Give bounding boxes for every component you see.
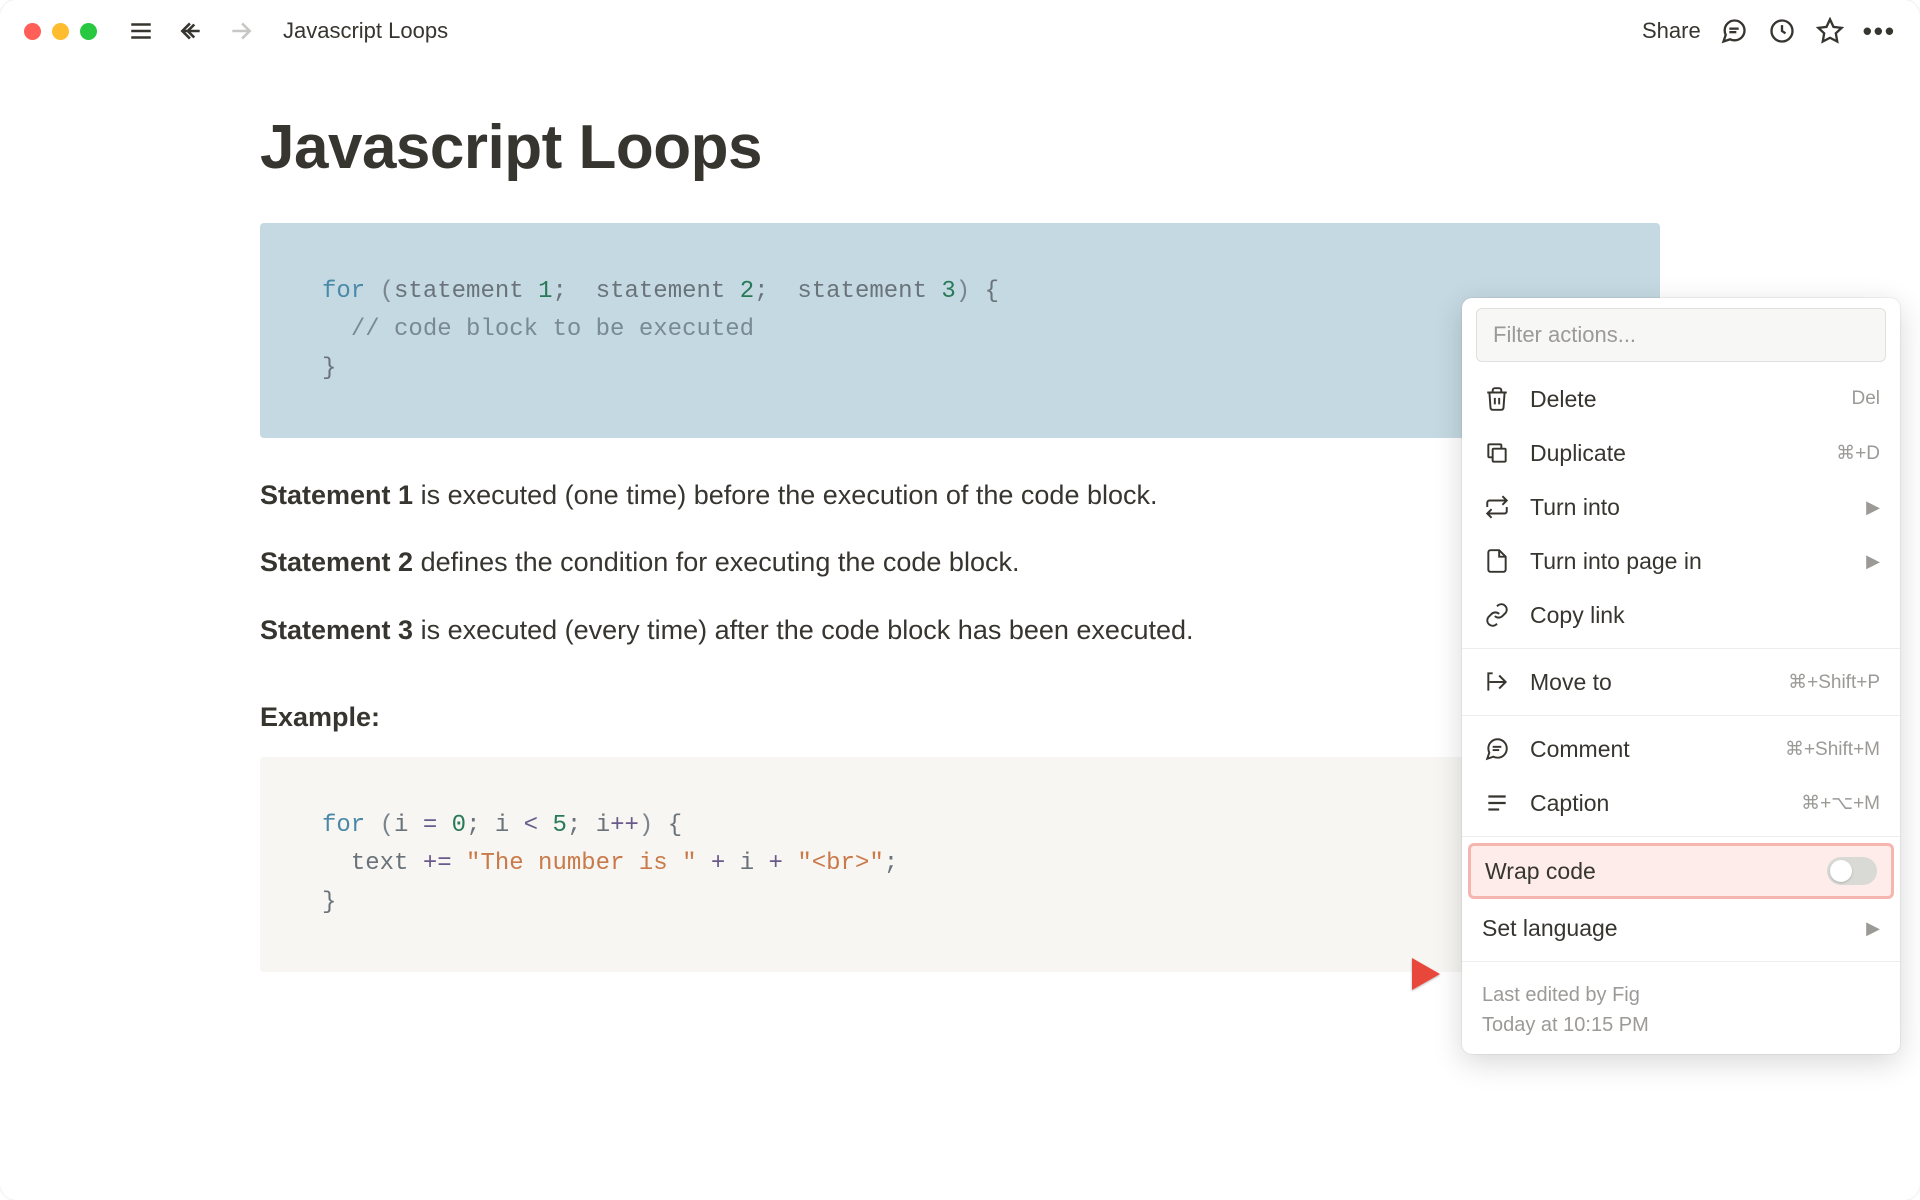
updates-icon[interactable] [1767, 16, 1797, 46]
topbar-left: Javascript Loops [24, 13, 448, 49]
statement-2[interactable]: Statement 2 defines the condition for ex… [260, 541, 1660, 584]
keyboard-shortcut: ⌘+Shift+P [1788, 671, 1880, 694]
close-window-button[interactable] [24, 23, 41, 40]
filter-box [1476, 308, 1886, 362]
block-context-menu: DeleteDelDuplicate⌘+DTurn into▶Turn into… [1462, 298, 1900, 1054]
traffic-lights [24, 23, 97, 40]
topbar-right: Share ••• [1642, 16, 1896, 47]
menu-item-label: Set language [1482, 915, 1866, 942]
menu-item-label: Move to [1530, 669, 1788, 696]
turn-into-icon [1482, 492, 1512, 522]
hamburger-menu-icon[interactable] [123, 13, 159, 49]
share-button[interactable]: Share [1642, 18, 1701, 44]
menu-item-copy-link[interactable]: Copy link [1462, 588, 1900, 642]
wrap-code-toggle[interactable] [1827, 857, 1877, 885]
topbar: Javascript Loops Share ••• [0, 0, 1920, 62]
comments-icon[interactable] [1719, 16, 1749, 46]
menu-item-label: Caption [1530, 790, 1801, 817]
chevron-right-icon: ▶ [1866, 918, 1880, 939]
keyboard-shortcut: ⌘+⌥+M [1801, 792, 1880, 815]
caption-icon [1482, 788, 1512, 818]
example-heading[interactable]: Example: [260, 702, 1660, 733]
favorite-icon[interactable] [1815, 16, 1845, 46]
menu-item-duplicate[interactable]: Duplicate⌘+D [1462, 426, 1900, 480]
menu-item-label: Turn into page in [1530, 548, 1866, 575]
menu-item-set-language[interactable]: Set language▶ [1462, 901, 1900, 955]
menu-item-label: Turn into [1530, 494, 1866, 521]
menu-divider [1462, 961, 1900, 962]
menu-item-wrap-code[interactable]: Wrap code [1468, 843, 1894, 899]
menu-item-move-to[interactable]: Move to⌘+Shift+P [1462, 655, 1900, 709]
filter-actions-input[interactable] [1476, 308, 1886, 362]
chevron-right-icon: ▶ [1866, 497, 1880, 518]
menu-divider [1462, 648, 1900, 649]
statement-3[interactable]: Statement 3 is executed (every time) aft… [260, 609, 1660, 652]
duplicate-icon [1482, 438, 1512, 468]
breadcrumb[interactable]: Javascript Loops [283, 18, 448, 44]
keyboard-shortcut: ⌘+Shift+M [1785, 738, 1880, 761]
minimize-window-button[interactable] [52, 23, 69, 40]
chevron-right-icon: ▶ [1866, 551, 1880, 572]
maximize-window-button[interactable] [80, 23, 97, 40]
turn-into-page-icon [1482, 546, 1512, 576]
menu-item-delete[interactable]: DeleteDel [1462, 372, 1900, 426]
more-icon[interactable]: ••• [1863, 16, 1896, 47]
menu-item-caption[interactable]: Caption⌘+⌥+M [1462, 776, 1900, 830]
last-edited-time: Today at 10:15 PM [1482, 1010, 1880, 1040]
keyboard-shortcut: Del [1851, 388, 1880, 410]
menu-footer: Last edited by Fig Today at 10:15 PM [1462, 968, 1900, 1054]
statement-1[interactable]: Statement 1 is executed (one time) befor… [260, 474, 1660, 517]
menu-item-turn-into[interactable]: Turn into▶ [1462, 480, 1900, 534]
menu-item-comment[interactable]: Comment⌘+Shift+M [1462, 722, 1900, 776]
page-title[interactable]: Javascript Loops [260, 112, 1660, 183]
last-edited-by: Last edited by Fig [1482, 980, 1880, 1010]
code-block-2[interactable]: for (i = 0; i < 5; i++) { text += "The n… [260, 757, 1660, 972]
app-window: Javascript Loops Share ••• Javascript Lo… [0, 0, 1920, 1200]
menu-item-turn-into-page[interactable]: Turn into page in▶ [1462, 534, 1900, 588]
forward-button[interactable] [223, 13, 259, 49]
menu-item-label: Copy link [1530, 602, 1880, 629]
back-button[interactable] [173, 13, 209, 49]
copy-link-icon [1482, 600, 1512, 630]
move-to-icon [1482, 667, 1512, 697]
menu-divider [1462, 836, 1900, 837]
menu-divider [1462, 715, 1900, 716]
code-block-1[interactable]: for (statement 1; statement 2; statement… [260, 223, 1660, 438]
comment-icon [1482, 734, 1512, 764]
menu-item-label: Comment [1530, 736, 1785, 763]
menu-item-label: Duplicate [1530, 440, 1836, 467]
menu-item-label: Delete [1530, 386, 1851, 413]
delete-icon [1482, 384, 1512, 414]
keyboard-shortcut: ⌘+D [1836, 442, 1880, 465]
menu-item-label: Wrap code [1485, 858, 1827, 885]
